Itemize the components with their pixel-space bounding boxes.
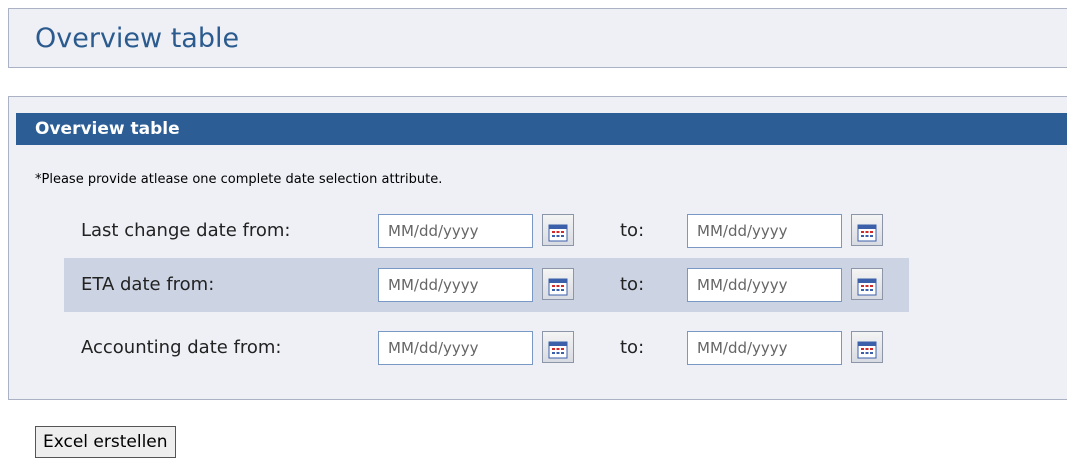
to-label: to: [620, 337, 645, 358]
last-change-date-to-input[interactable] [687, 214, 842, 248]
eta-date-from-calendar-button[interactable] [542, 268, 574, 300]
accounting-date-to-input[interactable] [687, 331, 842, 365]
last-change-date-to-calendar-button[interactable] [851, 214, 883, 246]
eta-date-to-calendar-button[interactable] [851, 268, 883, 300]
page-header: Overview table [8, 8, 1067, 68]
eta-date-label: ETA date from: [81, 274, 215, 295]
calendar-icon [548, 278, 568, 295]
date-row-last-change: Last change date from: to: [64, 204, 909, 258]
accounting-date-to-calendar-button[interactable] [851, 331, 883, 363]
to-label: to: [620, 274, 645, 295]
calendar-icon [857, 224, 877, 241]
overview-panel: Overview table *Please provide atlease o… [8, 96, 1067, 400]
excel-export-button[interactable]: Excel erstellen [35, 426, 176, 458]
last-change-date-from-calendar-button[interactable] [542, 214, 574, 246]
date-row-accounting: Accounting date from: to: [64, 321, 909, 375]
calendar-icon [857, 278, 877, 295]
accounting-date-from-calendar-button[interactable] [542, 331, 574, 363]
calendar-icon [857, 341, 877, 358]
panel-title: Overview table [35, 119, 180, 139]
calendar-icon [548, 224, 568, 241]
calendar-icon [548, 341, 568, 358]
date-hint: *Please provide atlease one complete dat… [35, 172, 443, 187]
accounting-date-label: Accounting date from: [81, 337, 282, 358]
date-row-eta: ETA date from: to: [64, 258, 909, 312]
eta-date-to-input[interactable] [687, 268, 842, 302]
accounting-date-from-input[interactable] [378, 331, 533, 365]
to-label: to: [620, 220, 645, 241]
panel-header: Overview table [16, 113, 1067, 145]
last-change-date-from-input[interactable] [378, 214, 533, 248]
eta-date-from-input[interactable] [378, 268, 533, 302]
last-change-date-label: Last change date from: [81, 220, 291, 241]
page-title: Overview table [35, 23, 240, 54]
